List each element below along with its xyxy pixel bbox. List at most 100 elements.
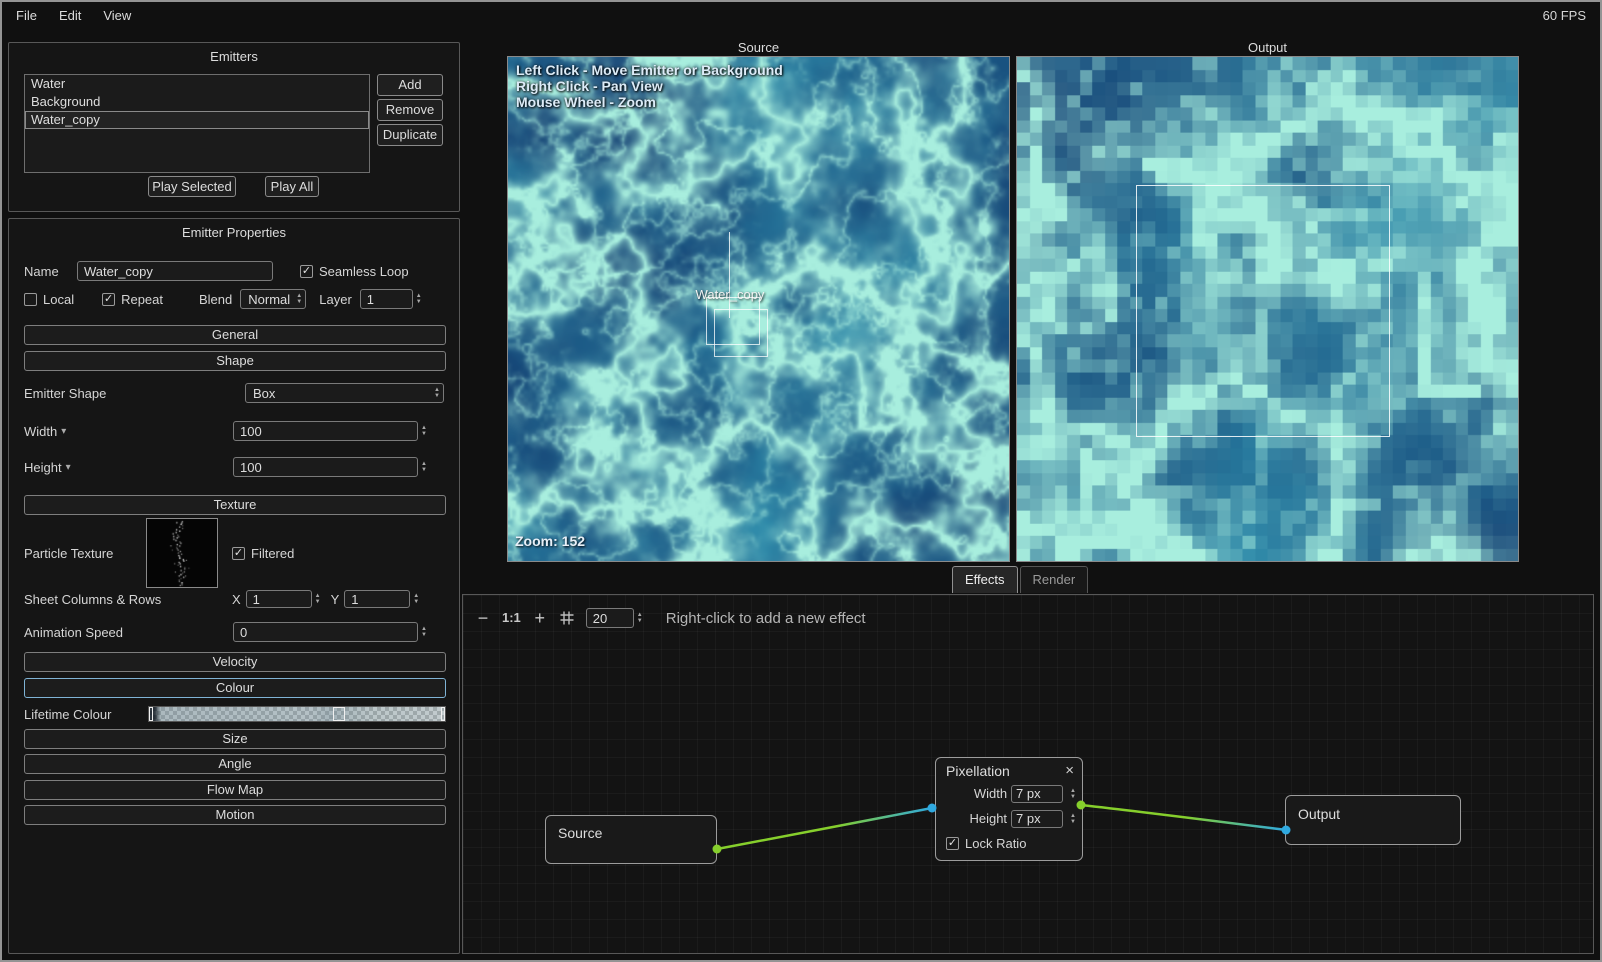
play-all-button[interactable]: Play All [265, 176, 319, 197]
emitter-shape-select[interactable]: Box ▲▼ [245, 383, 444, 403]
sheet-y-input[interactable] [344, 590, 410, 608]
pixellation-width-spinner[interactable]: ▲▼ [1070, 788, 1076, 800]
section-velocity[interactable]: Velocity [24, 652, 446, 672]
width-mode-caret-icon[interactable]: ▾ [61, 426, 66, 437]
emitter-list-item[interactable]: Water [25, 75, 369, 93]
menu-view[interactable]: View [103, 8, 131, 23]
snap-size-spinner[interactable]: ▲▼ [637, 612, 643, 624]
pixellation-height-input[interactable] [1011, 810, 1063, 828]
zoom-actual-button[interactable]: 1:1 [502, 609, 521, 627]
spin-down-icon[interactable]: ▼ [421, 632, 427, 638]
blend-spinner[interactable]: ▲▼ [296, 293, 302, 305]
help-line: Right Click - Pan View [516, 78, 783, 94]
source-output-port[interactable] [713, 845, 722, 854]
source-viewport[interactable]: Left Click - Move Emitter or Background … [507, 56, 1010, 562]
menu-bar: File Edit View 60 FPS [2, 2, 1600, 29]
snap-grid-icon[interactable] [559, 610, 575, 626]
tab-effects[interactable]: Effects [952, 566, 1018, 593]
animation-speed-input[interactable] [233, 622, 418, 642]
pixellation-width-input[interactable] [1011, 785, 1063, 803]
spin-down-icon[interactable]: ▼ [413, 599, 419, 605]
height-mode-caret-icon[interactable]: ▾ [66, 462, 71, 473]
name-label: Name [24, 264, 77, 279]
spin-down-icon[interactable]: ▼ [637, 618, 643, 624]
emitter-shape-spinner[interactable]: ▲▼ [434, 387, 440, 399]
section-shape[interactable]: Shape [24, 351, 446, 371]
spin-down-icon[interactable]: ▼ [1070, 819, 1076, 825]
emitter-shape-label: Emitter Shape [24, 386, 106, 401]
layer-input[interactable] [360, 289, 413, 309]
pixellation-input-port[interactable] [928, 804, 937, 813]
section-angle[interactable]: Angle [24, 754, 446, 774]
emitters-title: Emitters [9, 43, 459, 64]
spin-down-icon[interactable]: ▼ [416, 299, 422, 305]
node-editor-toolbar: − 1:1 + ▲▼ Right-click to add a new effe… [475, 605, 866, 631]
node-pixellation[interactable]: Pixellation × Width ▲▼ Height ▲▼ Lock Ra… [935, 757, 1083, 861]
help-line: Left Click - Move Emitter or Background [516, 62, 783, 78]
snap-size-input[interactable] [586, 608, 634, 628]
spin-down-icon[interactable]: ▼ [296, 299, 302, 305]
layer-label: Layer [319, 292, 352, 307]
section-colour[interactable]: Colour [24, 678, 446, 698]
lock-ratio-checkbox[interactable] [946, 837, 959, 850]
emitter-list-item-selected[interactable]: Water_copy [25, 111, 369, 129]
section-motion[interactable]: Motion [24, 805, 446, 825]
effects-node-editor[interactable]: − 1:1 + ▲▼ Right-click to add a new effe… [462, 594, 1594, 954]
tab-render[interactable]: Render [1020, 566, 1089, 593]
add-emitter-button[interactable]: Add [377, 74, 443, 96]
emitter-gizmo-box[interactable] [714, 309, 768, 357]
emitter-name-input[interactable] [77, 261, 273, 281]
gradient-stop-handle[interactable] [333, 707, 345, 721]
width-spinner[interactable]: ▲▼ [421, 425, 427, 437]
zoom-in-button[interactable]: + [532, 609, 548, 627]
animation-speed-label: Animation Speed [24, 625, 123, 640]
height-input[interactable] [233, 457, 418, 477]
output-viewport[interactable] [1016, 56, 1519, 562]
spin-down-icon[interactable]: ▼ [421, 431, 427, 437]
gradient-stop-handle[interactable] [441, 707, 445, 721]
spin-down-icon[interactable]: ▼ [434, 393, 440, 399]
particle-texture-thumbnail[interactable] [146, 518, 218, 588]
node-pixellation-title: Pixellation [946, 763, 1010, 779]
seamless-loop-checkbox[interactable] [300, 265, 313, 278]
menu-edit[interactable]: Edit [59, 8, 81, 23]
filtered-checkbox[interactable] [232, 547, 245, 560]
node-output[interactable]: Output [1285, 795, 1461, 845]
height-spinner[interactable]: ▲▼ [421, 461, 427, 473]
emitter-properties-panel: Emitter Properties Name Seamless Loop Lo… [8, 218, 460, 954]
pixellation-height-spinner[interactable]: ▲▼ [1070, 813, 1076, 825]
local-checkbox[interactable] [24, 293, 37, 306]
source-viewport-title: Source [507, 40, 1010, 56]
duplicate-emitter-button[interactable]: Duplicate [377, 124, 443, 146]
spin-down-icon[interactable]: ▼ [421, 467, 427, 473]
zoom-out-button[interactable]: − [475, 609, 491, 627]
spin-down-icon[interactable]: ▼ [315, 599, 321, 605]
sheet-x-spinner[interactable]: ▲▼ [315, 593, 321, 605]
menu-file[interactable]: File [16, 8, 37, 23]
repeat-checkbox[interactable] [102, 293, 115, 306]
blend-mode-select[interactable]: Normal ▲▼ [240, 289, 306, 309]
remove-emitter-button[interactable]: Remove [377, 99, 443, 121]
output-input-port[interactable] [1282, 826, 1291, 835]
sheet-columns-rows-label: Sheet Columns & Rows [24, 592, 232, 607]
help-line: Mouse Wheel - Zoom [516, 94, 783, 110]
sheet-y-spinner[interactable]: ▲▼ [413, 593, 419, 605]
seamless-loop-label: Seamless Loop [319, 264, 409, 279]
sheet-x-input[interactable] [246, 590, 312, 608]
spin-down-icon[interactable]: ▼ [1070, 794, 1076, 800]
emitter-list-item[interactable]: Background [25, 93, 369, 111]
emitter-list[interactable]: Water Background Water_copy [24, 74, 370, 173]
section-size[interactable]: Size [24, 729, 446, 749]
gradient-stop-handle[interactable] [149, 707, 153, 721]
pixellation-output-port[interactable] [1077, 801, 1086, 810]
width-input[interactable] [233, 421, 418, 441]
section-texture[interactable]: Texture [24, 495, 446, 515]
animation-speed-spinner[interactable]: ▲▼ [421, 626, 427, 638]
lifetime-colour-gradient[interactable] [148, 706, 446, 722]
section-general[interactable]: General [24, 325, 446, 345]
close-icon[interactable]: × [1065, 762, 1074, 779]
play-selected-button[interactable]: Play Selected [148, 176, 236, 197]
layer-spinner[interactable]: ▲▼ [416, 293, 422, 305]
section-flow-map[interactable]: Flow Map [24, 780, 446, 800]
node-source[interactable]: Source [545, 815, 717, 864]
